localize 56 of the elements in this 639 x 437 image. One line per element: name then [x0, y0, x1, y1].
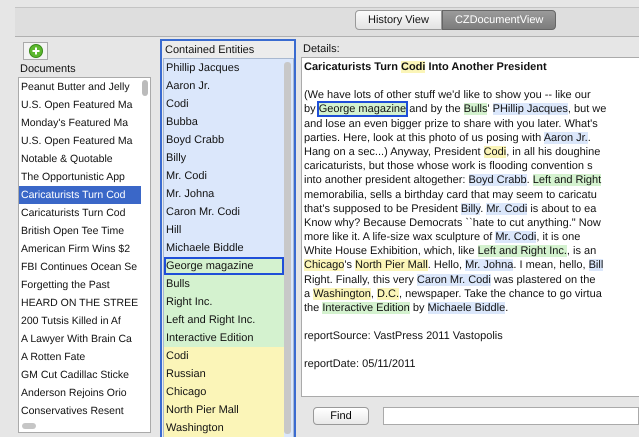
document-item[interactable]: FBI Continues Ocean Se: [19, 258, 141, 276]
text-line: parties. Here, look at this photo of us posing with Aaron Jr..: [304, 130, 592, 145]
entity-item[interactable]: Right Inc.: [164, 293, 284, 311]
document-item[interactable]: Anderson Rejoins Orio: [19, 384, 141, 402]
text-line: caricaturists, but those whose work is flooding convention s: [304, 159, 594, 174]
text-line: a Washington, D.C., newspaper. Take the chance to go virtua: [304, 286, 603, 301]
panel-title: Documents: [19, 62, 77, 77]
entity-item[interactable]: Codi: [164, 347, 284, 365]
document-item[interactable]: British Open Tee Time: [19, 222, 141, 240]
entity-item[interactable]: Interactive Edition: [164, 329, 284, 347]
document-item[interactable]: The Opportunistic App: [19, 168, 141, 186]
panel-title: Contained Entities: [164, 43, 256, 58]
text-line: Caricaturists Turn Codi Into Another President: [304, 60, 548, 74]
entity-item[interactable]: Bulls: [164, 275, 284, 293]
text-line: White House Exhibition, which, like Left and Right Inc., is an: [304, 244, 598, 258]
report-source: reportSource: VastPress 2011 Vastopolis: [304, 329, 504, 344]
document-item[interactable]: Conservatives Resent: [19, 402, 141, 420]
document-item[interactable]: HEARD ON THE STREE: [19, 294, 141, 312]
entity-item[interactable]: Left and Right Inc.: [164, 311, 284, 329]
document-item[interactable]: A Lawyer With Brain Ca: [19, 330, 141, 348]
document-item[interactable]: Forgetting the Past: [19, 276, 141, 294]
text-line: the Interactive Edition by Michaele Biddle.: [304, 301, 510, 316]
text-line: into another president altogether: Boyd Crabb. Left and Right: [304, 173, 602, 188]
document-item[interactable]: U.S. Open Featured Ma: [19, 96, 141, 114]
document-item[interactable]: A Rotten Fate: [19, 348, 141, 366]
entity-item[interactable]: Russian: [164, 365, 284, 383]
panel-title: Details:: [302, 42, 341, 57]
document-item[interactable]: GM Cut Cadillac Sticke: [19, 366, 141, 384]
text-line: memorabilia, sells a birthday card that may seem to caricatu: [304, 188, 598, 202]
document-item[interactable]: Caricaturists Turn Cod: [19, 204, 141, 222]
entity-item[interactable]: Chicago: [164, 383, 284, 401]
document-item[interactable]: American Firm Wins $2: [19, 240, 141, 258]
add-icon: [28, 44, 42, 58]
entity-item[interactable]: North Pier Mall: [164, 401, 284, 419]
add-button[interactable]: [23, 42, 48, 60]
text-line: by George magazine and by the Bulls' PHillip Jacques, but we: [304, 102, 608, 117]
document-item[interactable]: Peanut Butter and Jelly: [19, 78, 141, 96]
tab[interactable]: History View: [355, 10, 442, 30]
text-line: that's supposed to be President Billy. Mr. Codi is about to ea: [304, 202, 598, 216]
text-line: (We have lots of other stuff we'd like to show you -- like our: [304, 88, 592, 102]
document-item[interactable]: U.S. Open Featured Ma: [19, 132, 141, 150]
text-line: more like it. A life-size wax sculpture of Mr. Codi, it is one: [304, 230, 582, 244]
text-line: and lose an even bigger prize to share with you later. What's: [304, 116, 599, 131]
document-item[interactable]: Monday's Featured Ma: [19, 114, 141, 132]
document-item[interactable]: Caricaturists Turn Cod: [19, 186, 141, 204]
text-line: Know why? Because Democrats ``hate to cut anything." Now: [304, 216, 602, 230]
find-field[interactable]: [383, 407, 639, 425]
text-line: Hang on a sec...) Anyway, President Codi, in all his doughine: [304, 144, 602, 160]
text-line: Chicago's North Pier Mall. Hello, Mr. Johna. I mean, hello, Bill: [304, 258, 604, 273]
report-date: reportDate: 05/11/2011: [304, 357, 417, 372]
entity-item[interactable]: Washington: [164, 419, 284, 437]
text-line: Right. Finally, this very Caron Mr. Codi was plastered on the: [304, 272, 596, 287]
document-item[interactable]: 200 Tutsis Killed in Af: [19, 312, 141, 330]
find-button[interactable]: Find: [313, 407, 369, 425]
document-item[interactable]: Notable & Quotable: [19, 150, 141, 168]
entity-item[interactable]: George magazine: [164, 257, 284, 275]
